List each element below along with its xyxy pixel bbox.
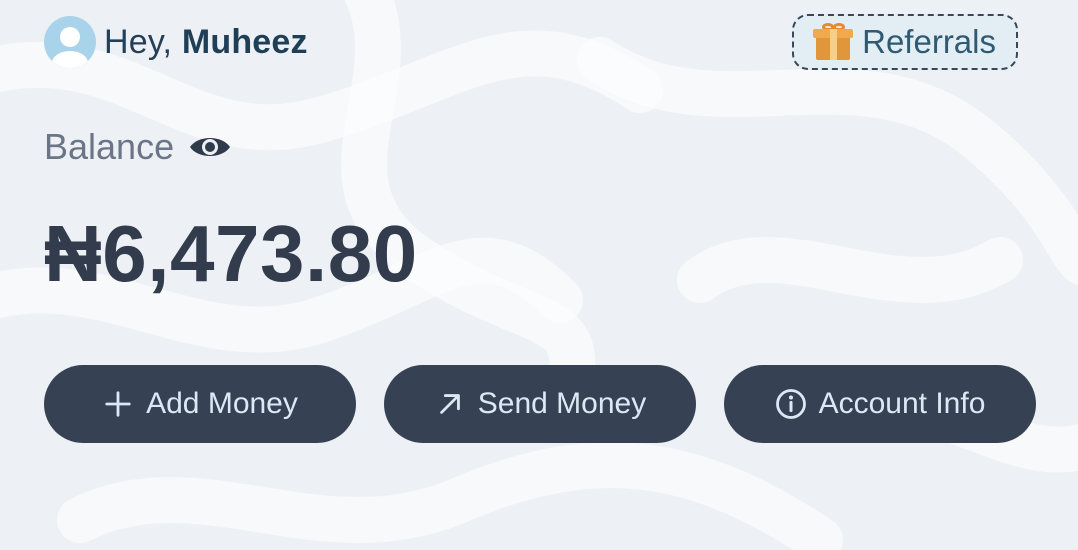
greeting: Hey, Muheez <box>44 16 308 68</box>
send-money-label: Send Money <box>477 387 647 420</box>
greeting-prefix: Hey, <box>104 22 173 61</box>
plus-icon <box>102 388 134 420</box>
account-info-label: Account Info <box>818 387 986 420</box>
avatar-body <box>52 51 88 68</box>
avatar[interactable] <box>44 16 96 68</box>
account-info-button[interactable]: Account Info <box>724 365 1036 443</box>
arrow-up-right-icon <box>434 388 466 420</box>
send-money-button[interactable]: Send Money <box>384 365 696 443</box>
eye-icon[interactable] <box>188 133 232 161</box>
balance-label: Balance <box>44 126 175 167</box>
header: Hey, Muheez Referrals <box>44 14 1018 70</box>
balance-row: Balance <box>44 126 232 168</box>
balance-amount: ₦6,473.80 <box>44 209 418 298</box>
avatar-head <box>60 27 80 47</box>
greeting-text: Hey, Muheez <box>104 23 308 62</box>
add-money-button[interactable]: Add Money <box>44 365 356 443</box>
info-icon <box>775 388 807 420</box>
referrals-button[interactable]: Referrals <box>792 14 1018 70</box>
gift-icon <box>812 22 856 62</box>
action-buttons: Add Money Send Money Account Info <box>44 365 1036 443</box>
user-name: Muheez <box>181 22 308 61</box>
add-money-label: Add Money <box>146 387 298 420</box>
referrals-label: Referrals <box>862 23 996 60</box>
